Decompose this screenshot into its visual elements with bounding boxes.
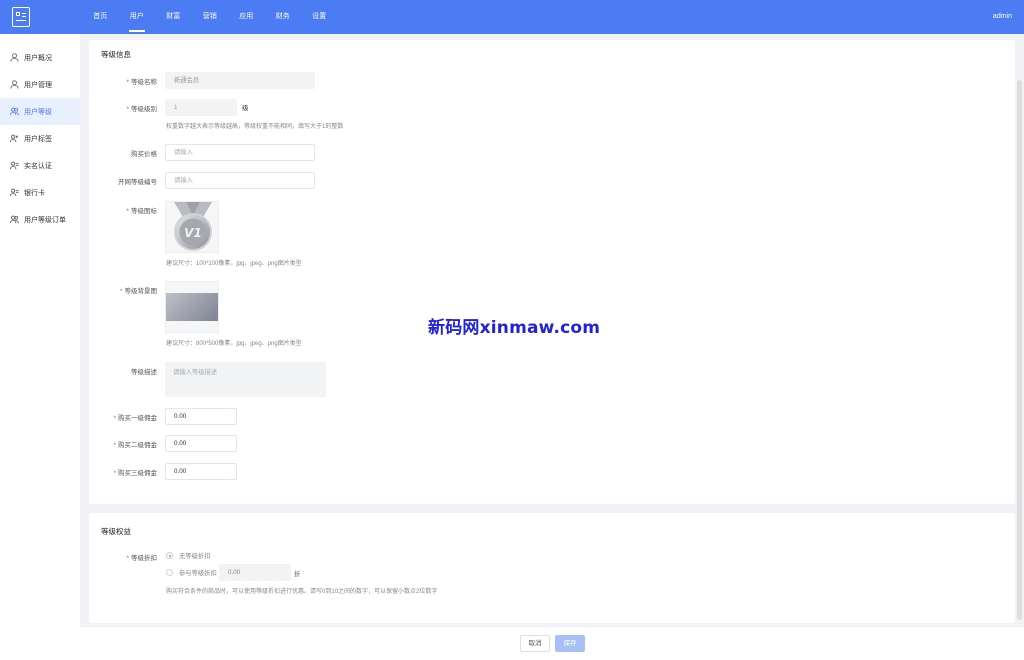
sidebar-item-user-overview[interactable]: 用户概况: [0, 44, 80, 71]
sidebar-item-user-level[interactable]: 用户等级: [0, 98, 80, 125]
scrollbar[interactable]: [1017, 80, 1022, 620]
sidebar-item-label: 用户等级: [24, 108, 52, 116]
radio-label: 参与等级折扣: [179, 570, 217, 577]
discount-unit: 折: [294, 571, 301, 578]
commission-3-input[interactable]: 0.00: [165, 463, 237, 480]
description-textarea[interactable]: 请输入等级描述: [165, 362, 326, 397]
level-background-upload[interactable]: [165, 281, 219, 333]
field-label: * 购买二级佣金: [113, 442, 157, 449]
nav-home[interactable]: 首页: [82, 0, 119, 34]
level-icon-upload[interactable]: V1: [165, 201, 219, 253]
field-label: * 等级级别: [126, 106, 157, 113]
field-label: 开网等级编号: [118, 179, 157, 186]
main-nav: 首页 用户 财富 营销 应用 财务 设置: [82, 0, 338, 34]
save-button[interactable]: 保存: [555, 635, 585, 652]
svg-text:V1: V1: [184, 226, 202, 240]
level-code-input[interactable]: 请输入: [165, 172, 315, 189]
sidebar-item-label: 实名认证: [24, 162, 52, 170]
watermark-text: 新码网xinmaw.com: [428, 318, 601, 338]
logo-icon[interactable]: [12, 7, 30, 27]
sidebar-item-label: 用户等级订单: [24, 216, 66, 224]
sidebar-item-user-tags[interactable]: 用户标签: [0, 125, 80, 152]
section-title: 等级信息: [101, 50, 131, 59]
nav-apps[interactable]: 应用: [228, 0, 265, 34]
sidebar-item-bank-card[interactable]: 银行卡: [0, 179, 80, 206]
sidebar-item-user-management[interactable]: 用户管理: [0, 71, 80, 98]
discount-input[interactable]: 0.00: [219, 564, 291, 581]
price-input[interactable]: 请输入: [165, 144, 315, 161]
nav-users[interactable]: 用户: [119, 0, 156, 34]
field-label: * 等级背景图: [119, 288, 157, 295]
user-icon: [10, 80, 19, 89]
commission-2-input[interactable]: 0.00: [165, 435, 237, 452]
discount-hint: 购买符合条件的商品时，可以使用等级折扣进行优惠。请写0到10之间的数字，可以保留…: [166, 589, 438, 595]
nav-marketing[interactable]: 营销: [192, 0, 229, 34]
field-label: * 等级折扣: [126, 555, 157, 562]
users-icon: [10, 161, 19, 170]
radio-dot: [166, 552, 173, 559]
sidebar-item-label: 用户概况: [24, 54, 52, 62]
level-rights-card: 等级权益 * 等级折扣 无等级折扣 参与等级折扣 0.00 折 购买符合条件的商品…: [89, 513, 1015, 623]
sidebar-item-real-name[interactable]: 实名认证: [0, 152, 80, 179]
nav-wealth[interactable]: 财富: [155, 0, 192, 34]
sidebar-item-label: 银行卡: [24, 189, 45, 197]
footer-bar: 取消 保存: [80, 627, 1024, 660]
background-preview: [166, 293, 218, 321]
background-hint: 建议尺寸：800*500像素，jpg、jpeg、png图片类型: [166, 341, 302, 347]
section-title: 等级权益: [101, 527, 131, 536]
level-unit: 级: [242, 105, 249, 112]
sidebar: 用户概况 用户管理 用户等级 用户标签 实名认证 银行卡 用户等级订单: [0, 34, 80, 660]
sidebar-item-label: 用户标签: [24, 135, 52, 143]
commission-1-input[interactable]: 0.00: [165, 408, 237, 425]
radio-dot: [166, 569, 173, 576]
no-discount-radio[interactable]: 无等级折扣: [166, 551, 210, 560]
sidebar-item-level-orders[interactable]: 用户等级订单: [0, 206, 80, 233]
level-name-input[interactable]: 新通会员: [165, 72, 315, 89]
field-label: * 购买一级佣金: [113, 415, 157, 422]
field-label: * 等级图标: [126, 208, 157, 215]
top-nav-bar: 首页 用户 财富 营销 应用 财务 设置 admin: [0, 0, 1024, 34]
icon-hint: 建议尺寸：100*100像素，jpg、jpeg、png图片类型: [166, 261, 302, 267]
join-discount-radio[interactable]: 参与等级折扣: [166, 568, 217, 577]
nav-settings[interactable]: 设置: [301, 0, 338, 34]
field-label: 购买价格: [131, 151, 157, 158]
user-icon: [10, 53, 19, 62]
sidebar-item-label: 用户管理: [24, 81, 52, 89]
field-label: 等级描述: [131, 369, 157, 376]
users-icon: [10, 134, 19, 143]
field-label: * 等级名称: [126, 79, 157, 86]
field-label: * 购买三级佣金: [113, 470, 157, 477]
users-icon: [10, 107, 19, 116]
users-icon: [10, 188, 19, 197]
medal-icon: V1: [174, 202, 212, 251]
level-info-card: 等级信息 * 等级名称 新通会员 * 等级级别 1 级 权重数字越大表示等级越高，等…: [89, 40, 1015, 504]
user-menu[interactable]: admin: [993, 0, 1012, 34]
users-icon: [10, 215, 19, 224]
nav-finance[interactable]: 财务: [265, 0, 302, 34]
cancel-button[interactable]: 取消: [520, 635, 550, 652]
level-hint: 权重数字越大表示等级越高，等级权重不能相同，填写大于1的整数: [166, 124, 344, 130]
radio-label: 无等级折扣: [179, 553, 211, 560]
level-number-input[interactable]: 1: [165, 99, 237, 116]
